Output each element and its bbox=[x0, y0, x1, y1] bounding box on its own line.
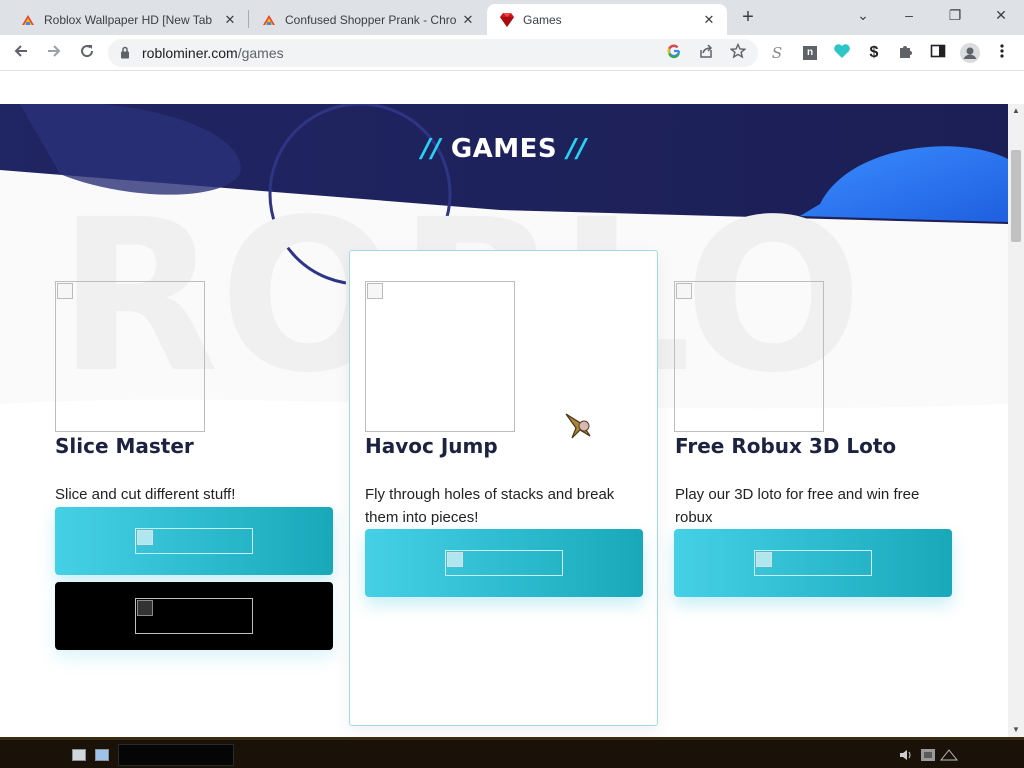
url-path: /games bbox=[237, 45, 284, 61]
extension-heart-icon[interactable] bbox=[832, 43, 852, 63]
reload-icon[interactable] bbox=[75, 42, 99, 64]
restore-button[interactable]: ❐ bbox=[941, 5, 969, 25]
play-button[interactable] bbox=[674, 529, 952, 597]
extension-dollar-icon[interactable]: $ bbox=[864, 43, 884, 63]
button-image bbox=[135, 598, 253, 634]
url-text[interactable]: roblominer.com/games bbox=[142, 45, 284, 61]
title-text: GAMES bbox=[450, 134, 558, 164]
tab-close-icon[interactable]: ✕ bbox=[460, 12, 476, 28]
tab-games[interactable]: Games ✕ bbox=[487, 4, 727, 35]
vertical-scrollbar[interactable]: ▲ ▼ bbox=[1008, 104, 1024, 737]
game-thumbnail[interactable] bbox=[365, 281, 515, 432]
scrollbar-thumb[interactable] bbox=[1011, 150, 1021, 242]
back-icon[interactable] bbox=[9, 42, 33, 64]
puzzle-extensions-icon[interactable] bbox=[896, 43, 916, 63]
bookmark-star-icon[interactable] bbox=[728, 42, 748, 63]
scroll-up-arrow-icon[interactable]: ▲ bbox=[1008, 104, 1024, 118]
page-viewport: ROBLO // GAMES // Slice Master Slice and… bbox=[0, 72, 1008, 737]
network-icon[interactable] bbox=[920, 748, 936, 762]
play-button[interactable] bbox=[365, 529, 643, 597]
title-suffix: // bbox=[566, 134, 587, 164]
alt-play-button[interactable] bbox=[55, 582, 333, 650]
game-description: Slice and cut different stuff! bbox=[55, 486, 236, 503]
game-title[interactable]: Slice Master bbox=[55, 434, 194, 458]
tab-title: Confused Shopper Prank - Chro bbox=[285, 12, 457, 27]
forward-icon[interactable] bbox=[42, 42, 66, 64]
new-tab-button[interactable]: + bbox=[737, 7, 759, 28]
button-image bbox=[445, 550, 563, 576]
tab-strip: Roblox Wallpaper HD [New Tab ✕ Confused … bbox=[0, 0, 1024, 35]
extension-n-glyph: n bbox=[803, 46, 817, 60]
button-image bbox=[135, 528, 253, 554]
mouse-cursor-icon bbox=[565, 413, 591, 439]
tab-close-icon[interactable]: ✕ bbox=[701, 12, 717, 28]
title-prefix: // bbox=[421, 134, 442, 164]
button-image bbox=[754, 550, 872, 576]
lock-icon[interactable] bbox=[120, 46, 130, 59]
taskbar-show-desktop-icon[interactable] bbox=[72, 749, 86, 761]
game-thumbnail[interactable] bbox=[674, 281, 824, 432]
taskbar-file-manager-icon[interactable] bbox=[95, 749, 109, 761]
minimize-button[interactable]: – bbox=[895, 5, 923, 25]
scroll-down-arrow-icon[interactable]: ▼ bbox=[1008, 723, 1024, 737]
tab-search-icon[interactable]: ⌄ bbox=[849, 5, 877, 25]
taskbar-window-button[interactable] bbox=[118, 744, 234, 766]
game-title[interactable]: Free Robux 3D Loto bbox=[675, 434, 896, 458]
tab-title: Games bbox=[523, 12, 562, 27]
play-button[interactable] bbox=[55, 507, 333, 575]
kebab-menu-icon[interactable] bbox=[992, 43, 1012, 63]
tab-roblox-wallpaper[interactable]: Roblox Wallpaper HD [New Tab ✕ bbox=[8, 4, 248, 35]
google-lens-icon[interactable] bbox=[664, 43, 684, 63]
game-description: Play our 3D loto for free and win free r… bbox=[675, 486, 920, 526]
chrome-web-store-icon bbox=[263, 14, 275, 25]
close-window-button[interactable]: ✕ bbox=[987, 5, 1015, 25]
share-icon[interactable] bbox=[696, 43, 716, 63]
game-description: Fly through holes of stacks and break th… bbox=[365, 486, 615, 526]
os-taskbar bbox=[0, 737, 1024, 768]
extension-n-icon[interactable]: n bbox=[800, 43, 820, 63]
tab-close-icon[interactable]: ✕ bbox=[222, 12, 238, 28]
game-title[interactable]: Havoc Jump bbox=[365, 434, 498, 458]
chrome-web-store-icon bbox=[22, 14, 34, 25]
ruby-gem-icon bbox=[500, 12, 514, 27]
extension-s-icon[interactable]: S bbox=[767, 43, 787, 63]
side-panel-icon[interactable] bbox=[928, 43, 948, 63]
page-title: // GAMES // bbox=[0, 134, 1008, 164]
volume-icon[interactable] bbox=[898, 748, 914, 762]
tray-misc-icon[interactable] bbox=[940, 748, 958, 762]
browser-toolbar: roblominer.com/games S n $ bbox=[0, 35, 1024, 71]
tab-title: Roblox Wallpaper HD [New Tab bbox=[44, 12, 213, 27]
tab-confused-shopper[interactable]: Confused Shopper Prank - Chro ✕ bbox=[249, 4, 486, 35]
game-thumbnail[interactable] bbox=[55, 281, 205, 432]
profile-icon[interactable] bbox=[960, 43, 980, 63]
address-bar[interactable]: roblominer.com/games bbox=[108, 39, 758, 67]
url-host: roblominer.com bbox=[142, 45, 238, 61]
